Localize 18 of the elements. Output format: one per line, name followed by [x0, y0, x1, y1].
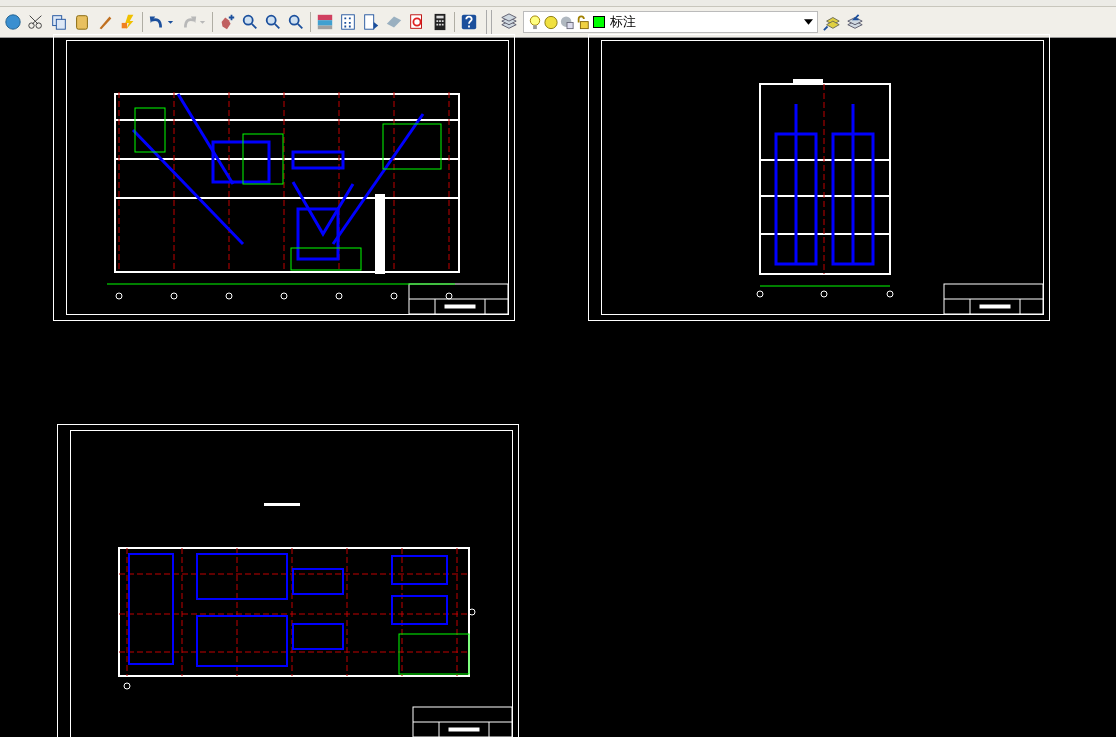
- grid-icon[interactable]: [339, 13, 357, 31]
- zoom-prev-icon[interactable]: [287, 13, 305, 31]
- scissors-icon[interactable]: [27, 13, 45, 31]
- padlock-icon: [576, 14, 590, 30]
- toolbar-grip[interactable]: [486, 10, 492, 34]
- sun-icon: [544, 14, 558, 30]
- layer-dropdown[interactable]: 标注: [523, 11, 818, 33]
- zoom-window-icon[interactable]: [264, 13, 282, 31]
- zoom-in-icon[interactable]: [241, 13, 259, 31]
- paste-icon[interactable]: [73, 13, 91, 31]
- caret-icon: [804, 19, 813, 25]
- properties-icon[interactable]: [316, 13, 334, 31]
- help-icon[interactable]: [460, 13, 478, 31]
- lightbulb-icon: [528, 14, 542, 30]
- layers-icon[interactable]: [846, 13, 864, 31]
- layers-icon[interactable]: [500, 13, 518, 31]
- copy-icon[interactable]: [50, 13, 68, 31]
- layer-name: 标注: [610, 13, 637, 31]
